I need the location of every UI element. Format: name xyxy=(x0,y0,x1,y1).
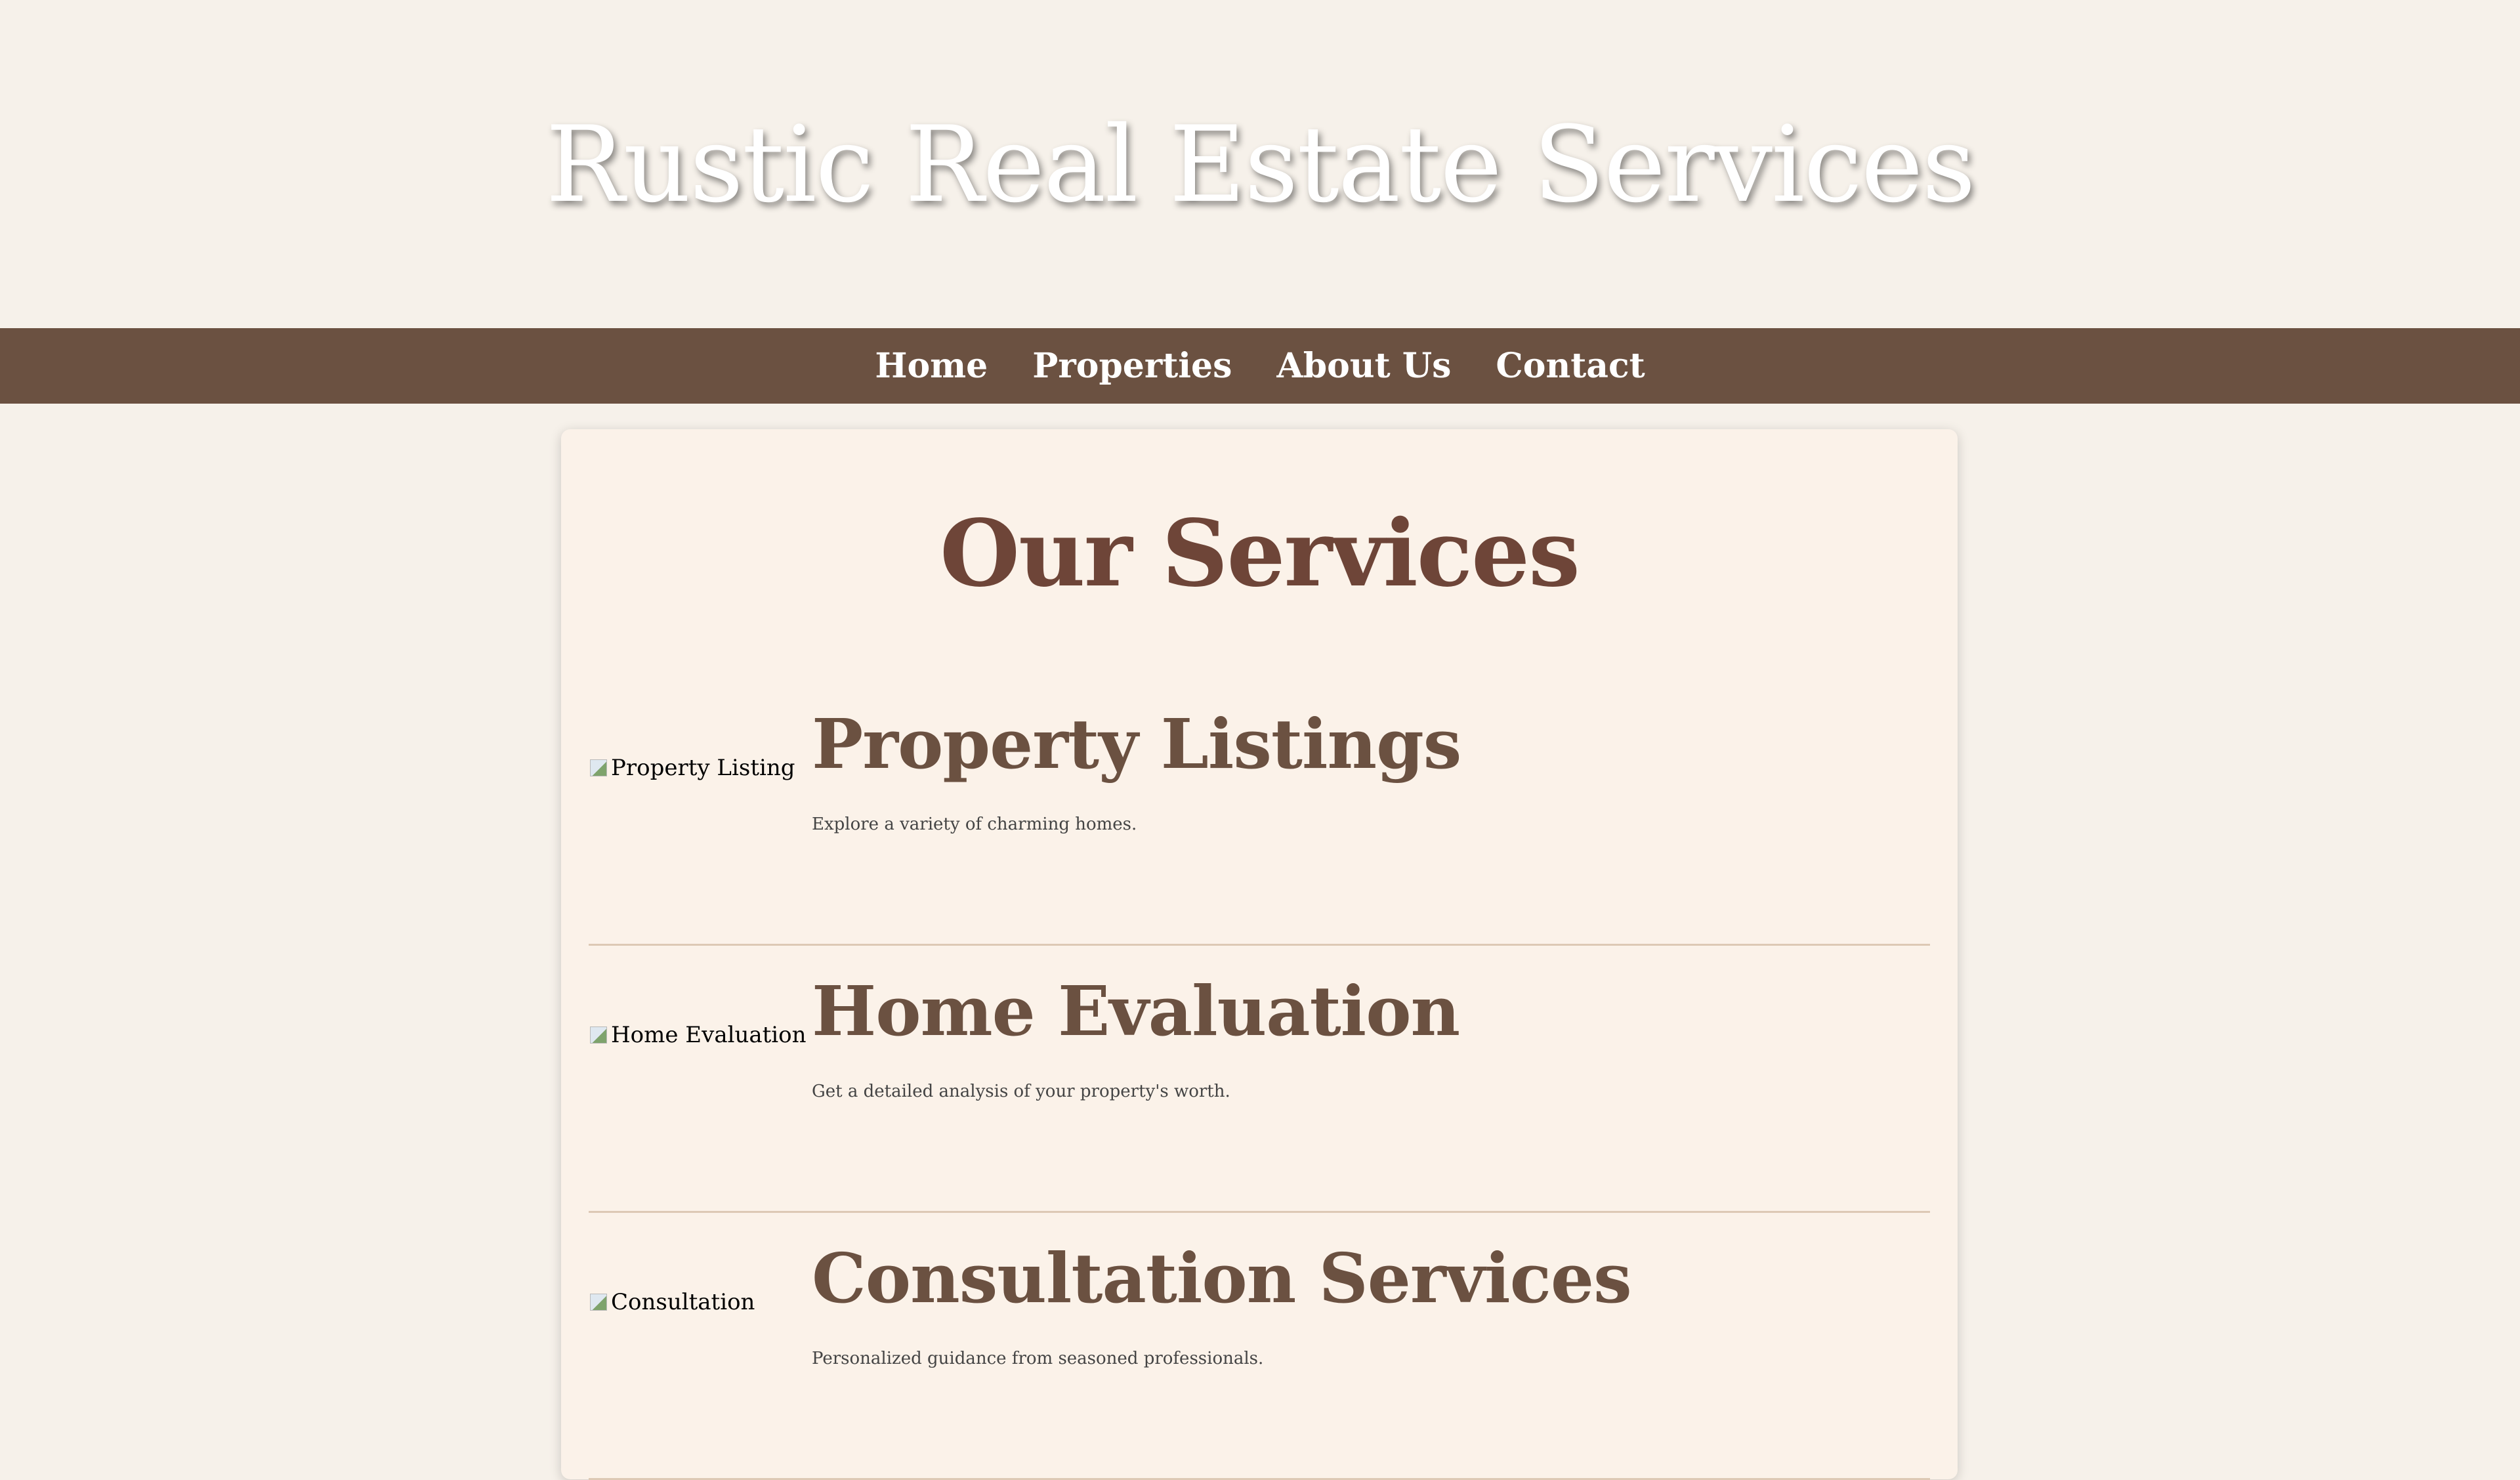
service-description: Explore a variety of charming homes. xyxy=(812,814,1137,834)
service-item-home-evaluation: Home Evaluation Home Evaluation Get a de… xyxy=(589,946,1930,1213)
services-card: Our Services Property Listing Property L… xyxy=(561,429,1958,1480)
nav-link-contact[interactable]: Contact xyxy=(1496,346,1645,386)
service-description: Personalized guidance from seasoned prof… xyxy=(812,1348,1264,1368)
nav-link-about-us[interactable]: About Us xyxy=(1276,346,1451,386)
service-image-alt: Home Evaluation xyxy=(611,1022,807,1048)
nav-link-home[interactable]: Home xyxy=(875,346,988,386)
service-image-alt: Consultation xyxy=(611,1289,755,1315)
site-header: Rustic Real Estate Services xyxy=(0,0,2520,328)
service-heading: Home Evaluation xyxy=(812,971,1460,1051)
service-content: Consultation Services Personalized guida… xyxy=(812,1213,1632,1368)
broken-image-icon xyxy=(589,1025,608,1045)
service-item-consultation: Consultation Consultation Services Perso… xyxy=(589,1213,1930,1480)
service-description: Get a detailed analysis of your property… xyxy=(812,1081,1230,1101)
service-heading: Property Listings xyxy=(812,704,1461,784)
broken-image-icon xyxy=(589,758,608,778)
service-heading: Consultation Services xyxy=(812,1238,1632,1319)
services-list: Property Listing Property Listings Explo… xyxy=(589,679,1930,1480)
section-title: Our Services xyxy=(940,500,1580,608)
nav-link-properties[interactable]: Properties xyxy=(1032,346,1232,386)
service-item-property-listings: Property Listing Property Listings Explo… xyxy=(589,679,1930,946)
broken-image-icon xyxy=(589,1292,608,1312)
service-image: Property Listing xyxy=(589,755,795,781)
main-navigation: Home Properties About Us Contact xyxy=(0,328,2520,404)
service-content: Home Evaluation Get a detailed analysis … xyxy=(812,946,1460,1101)
service-image-alt: Property Listing xyxy=(611,755,795,781)
site-title: Rustic Real Estate Services xyxy=(545,102,1975,226)
service-image: Consultation xyxy=(589,1289,755,1315)
service-content: Property Listings Explore a variety of c… xyxy=(812,679,1461,834)
service-image: Home Evaluation xyxy=(589,1022,807,1048)
